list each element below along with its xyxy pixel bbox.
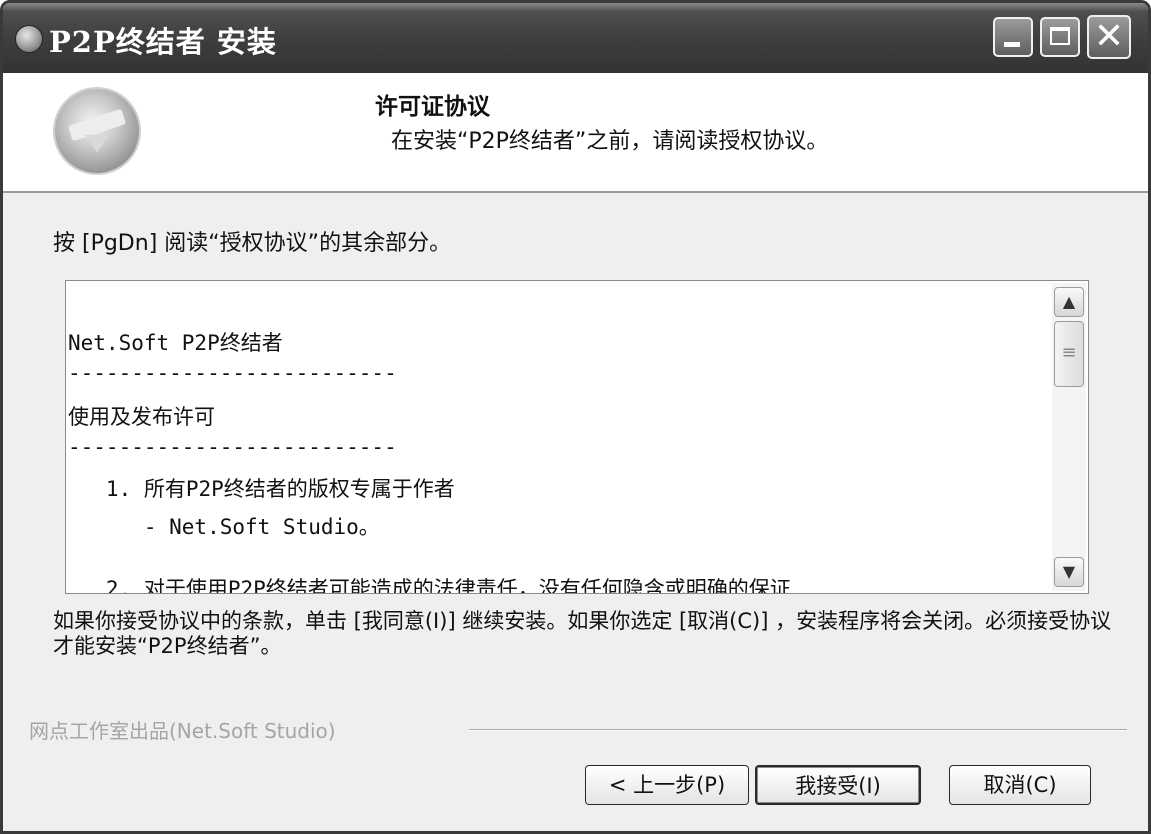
installer-window: P2P终结者 安装 ✕ 许可证协议 在安装“P2P终结者”之前，请阅读授权协议。… — [0, 0, 1151, 834]
branding-label: 网点工作室出品(Net.Soft Studio) — [29, 719, 336, 743]
grip-icon: ≡ — [1061, 342, 1077, 363]
page-title: 许可证协议 — [375, 94, 490, 120]
scroll-up-button[interactable]: ▲ — [1054, 287, 1084, 317]
page-subtitle: 在安装“P2P终结者”之前，请阅读授权协议。 — [391, 129, 829, 154]
license-line: Net.Soft P2P终结者 — [68, 331, 283, 355]
title-bar[interactable]: P2P终结者 安装 ✕ — [3, 3, 1148, 73]
wizard-header: 许可证协议 在安装“P2P终结者”之前，请阅读授权协议。 — [3, 73, 1148, 193]
license-line: 使用及发布许可 — [68, 405, 215, 429]
chevron-down-icon: ▼ — [1062, 562, 1076, 581]
license-line: -------------------------- — [68, 435, 397, 459]
close-icon: ✕ — [1093, 16, 1125, 57]
maximize-button[interactable] — [1040, 17, 1080, 57]
cancel-button[interactable]: 取消(C) — [949, 765, 1091, 805]
footer-divider — [469, 729, 1127, 731]
read-instruction: 按 [PgDn] 阅读“授权协议”的其余部分。 — [53, 231, 452, 256]
minimize-icon — [1004, 42, 1020, 47]
accept-button[interactable]: 我接受(I) — [755, 765, 921, 805]
installer-logo-icon — [55, 89, 139, 173]
window-title: P2P终结者 安装 — [49, 25, 277, 59]
minimize-button[interactable] — [993, 17, 1033, 57]
scroll-down-button[interactable]: ▼ — [1054, 557, 1084, 587]
maximize-icon — [1050, 27, 1070, 45]
chevron-up-icon: ▲ — [1062, 292, 1076, 311]
accept-note: 如果你接受协议中的条款，单击 [我同意(I)] 继续安装。如果你选定 [取消(C… — [53, 609, 1112, 658]
license-line: 2. 对于使用P2P终结者可能造成的法律责任，没有任何隐含或明确的保证 — [68, 577, 791, 594]
license-text-area[interactable]: Net.Soft P2P终结者 ------------------------… — [65, 280, 1089, 594]
scroll-thumb[interactable]: ≡ — [1054, 321, 1084, 387]
license-line: - Net.Soft Studio。 — [68, 515, 380, 539]
close-button[interactable]: ✕ — [1087, 15, 1131, 59]
back-button[interactable]: < 上一步(P) — [585, 765, 749, 805]
license-line: -------------------------- — [68, 361, 397, 385]
license-scrollbar[interactable]: ▲ ≡ ▼ — [1052, 283, 1086, 591]
app-icon — [15, 25, 43, 53]
license-line: 1. 所有P2P终结者的版权专属于作者 — [68, 477, 455, 501]
